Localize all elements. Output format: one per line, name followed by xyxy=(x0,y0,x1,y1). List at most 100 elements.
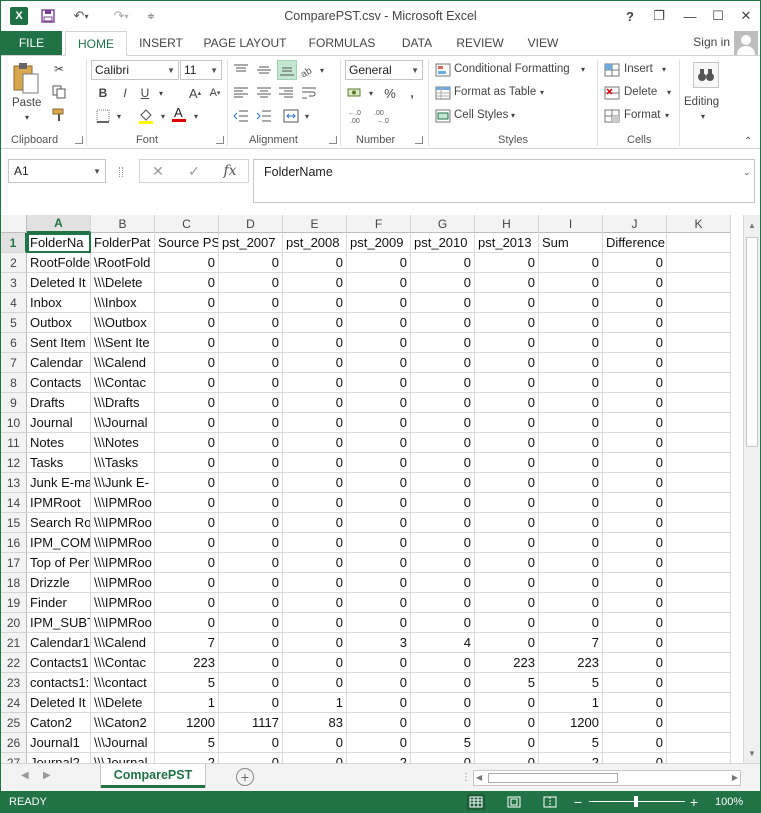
cell[interactable]: \\\Journal xyxy=(91,413,155,433)
cell[interactable]: 0 xyxy=(603,293,667,313)
cell[interactable]: \\\Sent Ite xyxy=(91,333,155,353)
cell[interactable]: 0 xyxy=(603,513,667,533)
merge-center-icon[interactable] xyxy=(283,108,299,124)
cell[interactable]: 0 xyxy=(411,253,475,273)
cell[interactable]: 0 xyxy=(219,733,283,753)
cell[interactable]: 0 xyxy=(219,493,283,513)
clipboard-launcher-icon[interactable] xyxy=(75,136,83,144)
cell[interactable]: Outbox xyxy=(27,313,91,333)
cell[interactable]: \\\IPMRoo xyxy=(91,593,155,613)
merge-dropdown-icon[interactable]: ▾ xyxy=(299,108,315,124)
tab-page-layout[interactable]: PAGE LAYOUT xyxy=(197,31,293,55)
cell[interactable]: \\\IPMRoo xyxy=(91,613,155,633)
cell[interactable]: 0 xyxy=(283,533,347,553)
cell[interactable]: 0 xyxy=(411,653,475,673)
cell[interactable]: 0 xyxy=(603,273,667,293)
format-dropdown-icon[interactable]: ▾ xyxy=(665,111,669,120)
cell[interactable]: 0 xyxy=(603,393,667,413)
cell[interactable]: 0 xyxy=(539,493,603,513)
decrease-decimal-icon[interactable]: .00 →.0 xyxy=(373,108,395,124)
cell[interactable]: \\\Contac xyxy=(91,373,155,393)
cell[interactable]: 4 xyxy=(411,633,475,653)
cell[interactable]: \\\Calend xyxy=(91,633,155,653)
cell[interactable]: 0 xyxy=(603,633,667,653)
row-header[interactable]: 5 xyxy=(1,313,27,333)
cell[interactable]: 1200 xyxy=(155,713,219,733)
cell[interactable]: 0 xyxy=(539,313,603,333)
cell[interactable]: \\\contact xyxy=(91,673,155,693)
bold-button[interactable]: B xyxy=(95,85,111,101)
cell[interactable]: 0 xyxy=(411,553,475,573)
cell[interactable]: Calendar xyxy=(27,353,91,373)
horizontal-scroll-thumb[interactable] xyxy=(488,773,618,783)
cell[interactable]: 0 xyxy=(411,373,475,393)
zoom-level[interactable]: 100% xyxy=(715,796,743,808)
cell[interactable]: 0 xyxy=(539,253,603,273)
cell[interactable]: 0 xyxy=(411,673,475,693)
cell[interactable]: 0 xyxy=(283,313,347,333)
cell[interactable]: 0 xyxy=(283,253,347,273)
row-header[interactable]: 8 xyxy=(1,373,27,393)
cell[interactable] xyxy=(667,393,731,413)
spreadsheet-grid[interactable]: A B C D E F G H I J K 1 FolderNa FolderPat Source PS ps… xyxy=(1,215,743,763)
cell[interactable]: FolderPat xyxy=(91,233,155,253)
insert-button[interactable]: Insert xyxy=(624,63,653,75)
cell[interactable]: 0 xyxy=(219,433,283,453)
cell[interactable]: 0 xyxy=(539,533,603,553)
cell[interactable]: 0 xyxy=(283,493,347,513)
cell[interactable]: 0 xyxy=(539,413,603,433)
align-right-icon[interactable] xyxy=(278,85,294,101)
cell[interactable]: Sent Item xyxy=(27,333,91,353)
cell[interactable]: 0 xyxy=(475,273,539,293)
cell[interactable]: \\\IPMRoo xyxy=(91,553,155,573)
cell[interactable]: 0 xyxy=(603,673,667,693)
cell[interactable] xyxy=(667,473,731,493)
cell[interactable]: 0 xyxy=(155,453,219,473)
help-button[interactable]: ? xyxy=(617,5,643,27)
cell[interactable] xyxy=(667,233,731,253)
comma-style-icon[interactable]: , xyxy=(404,85,420,101)
cell[interactable]: 0 xyxy=(347,613,411,633)
cell[interactable] xyxy=(667,353,731,373)
cell[interactable]: 0 xyxy=(603,713,667,733)
cell[interactable]: pst_2007 xyxy=(219,233,283,253)
cell[interactable] xyxy=(667,253,731,273)
cell[interactable]: Sum xyxy=(539,233,603,253)
cell[interactable]: Difference xyxy=(603,233,667,253)
cell[interactable]: 0 xyxy=(283,433,347,453)
cell[interactable]: Deleted It xyxy=(27,273,91,293)
cell[interactable]: Drafts xyxy=(27,393,91,413)
cell[interactable]: 0 xyxy=(347,433,411,453)
cell[interactable]: 0 xyxy=(155,253,219,273)
borders-icon[interactable] xyxy=(95,108,111,124)
cell[interactable]: 0 xyxy=(411,293,475,313)
tab-insert[interactable]: INSERT xyxy=(131,31,191,55)
cell[interactable]: 0 xyxy=(475,333,539,353)
cell[interactable]: Top of Per xyxy=(27,553,91,573)
cell[interactable]: 0 xyxy=(347,473,411,493)
cell[interactable]: 0 xyxy=(603,253,667,273)
cell[interactable]: Drizzle xyxy=(27,573,91,593)
cell[interactable]: Junk E-ma xyxy=(27,473,91,493)
cell[interactable]: 5 xyxy=(155,673,219,693)
cell[interactable]: 0 xyxy=(539,553,603,573)
cell[interactable]: Tasks xyxy=(27,453,91,473)
cell[interactable]: \\\Delete xyxy=(91,693,155,713)
row-header[interactable]: 24 xyxy=(1,693,27,713)
cell[interactable] xyxy=(667,293,731,313)
cell[interactable]: 0 xyxy=(603,473,667,493)
cell[interactable]: 0 xyxy=(219,273,283,293)
cell[interactable] xyxy=(667,673,731,693)
cell[interactable]: 0 xyxy=(475,413,539,433)
cell[interactable]: 0 xyxy=(603,453,667,473)
cell-styles-button[interactable]: Cell Styles xyxy=(454,109,508,121)
cell[interactable]: 0 xyxy=(347,253,411,273)
cell[interactable]: 0 xyxy=(155,613,219,633)
cell[interactable]: pst_2009 xyxy=(347,233,411,253)
expand-formula-bar-icon[interactable]: ⌄ xyxy=(743,167,751,178)
cell[interactable]: RootFolde xyxy=(27,253,91,273)
cell[interactable]: 0 xyxy=(347,593,411,613)
sheet-tab-comparepst[interactable]: ComparePST xyxy=(101,764,205,788)
cell[interactable]: 0 xyxy=(475,373,539,393)
cell[interactable]: \\\Junk E- xyxy=(91,473,155,493)
